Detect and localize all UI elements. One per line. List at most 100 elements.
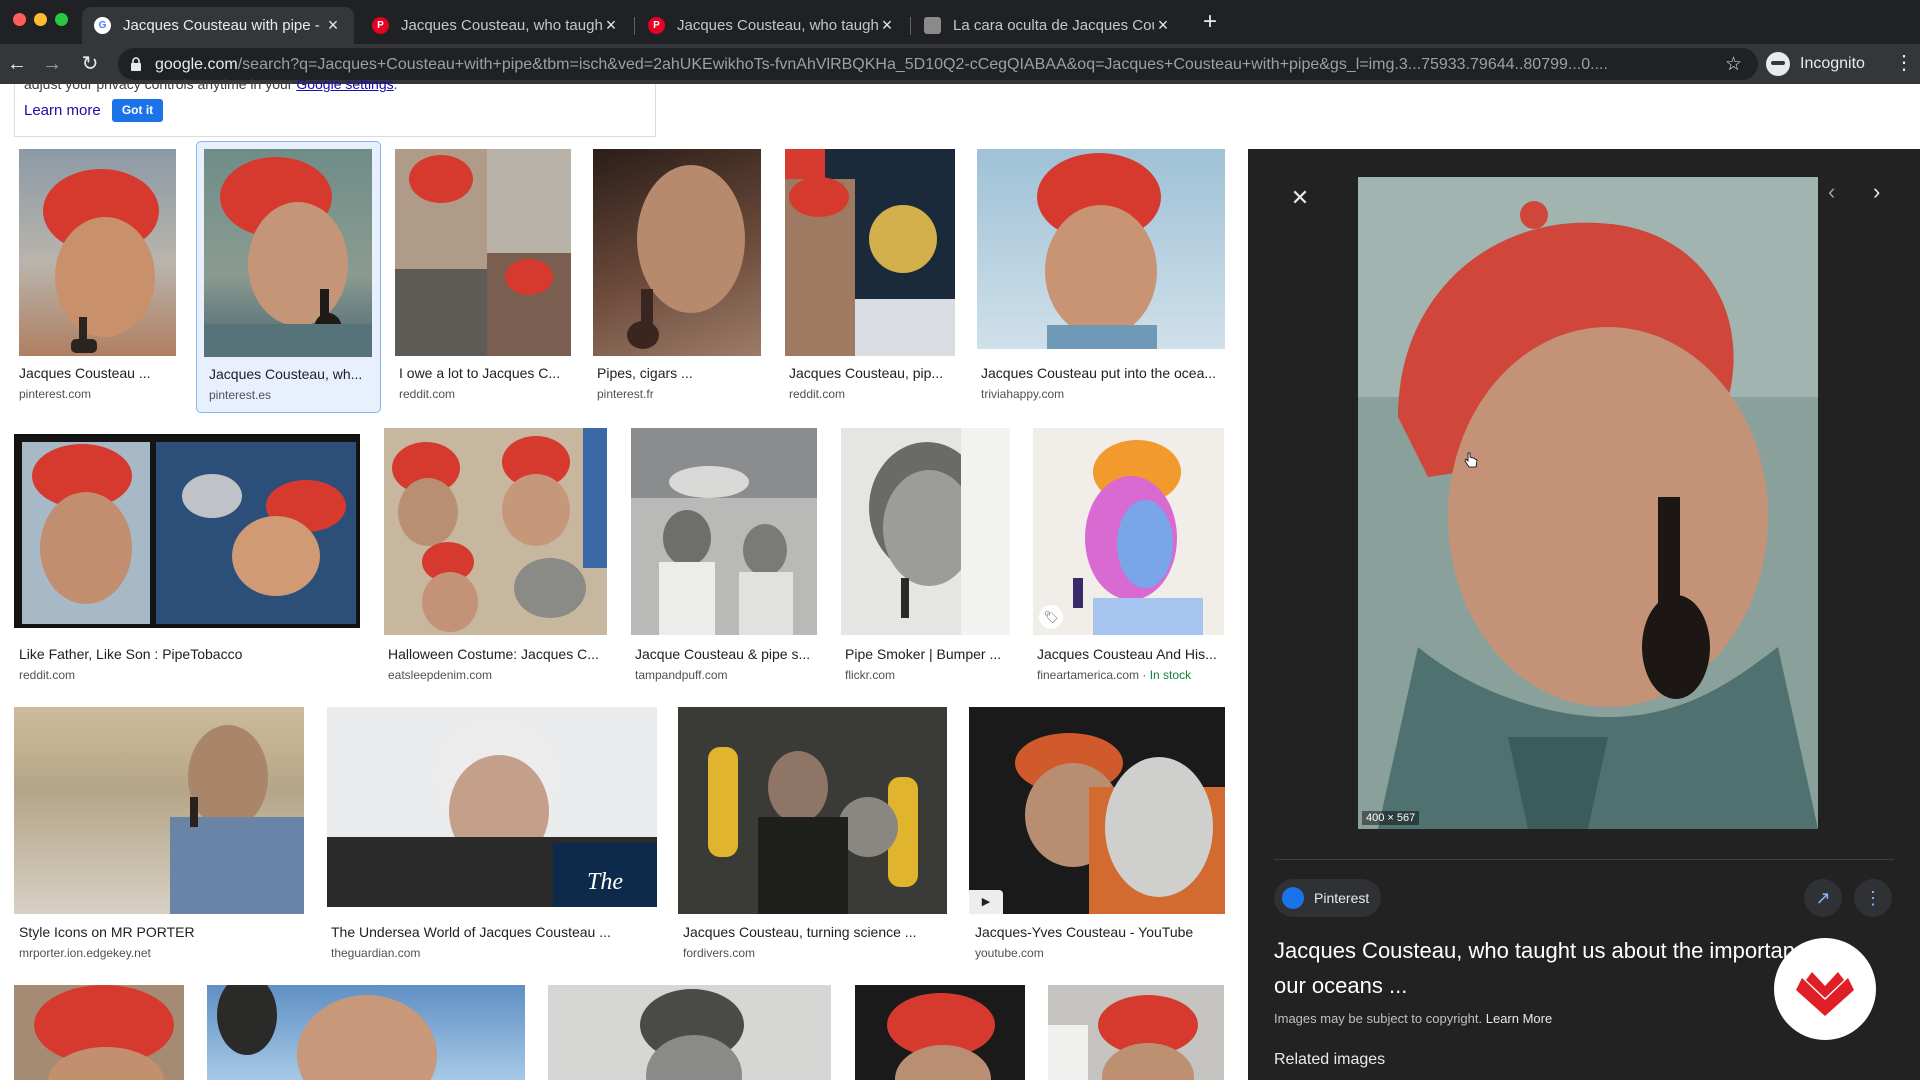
result-thumbnail[interactable]: [785, 149, 955, 356]
result-source-domain: fineartamerica.com: [1037, 668, 1140, 682]
next-arrow-icon[interactable]: ›: [1873, 179, 1880, 205]
source-name: Pinterest: [1314, 890, 1370, 906]
got-it-button[interactable]: Got it: [112, 99, 163, 122]
url-text[interactable]: google.com/search?q=Jacques+Cousteau+wit…: [155, 56, 1715, 74]
result-tile[interactable]: Style Icons on MR PORTER mrporter.ion.ed…: [10, 706, 310, 970]
video-play-icon: ▶: [969, 890, 1003, 914]
result-tile[interactable]: Pipes, cigars ... pinterest.fr: [588, 146, 768, 411]
result-caption: I owe a lot to Jacques C...: [399, 365, 561, 381]
result-thumbnail[interactable]: [631, 428, 817, 635]
minimize-window-button[interactable]: [34, 13, 47, 26]
maximize-window-button[interactable]: [55, 13, 68, 26]
result-tile[interactable]: Pipe Smoker | Bumper ... flickr.com: [835, 428, 1015, 692]
result-source: theguardian.com: [331, 946, 421, 960]
tab-title: Jacques Cousteau with pipe - Google Sear…: [123, 17, 324, 34]
result-thumbnail[interactable]: [384, 428, 607, 635]
result-source: eatsleepdenim.com: [388, 668, 493, 682]
result-source: youtube.com: [975, 946, 1044, 960]
result-thumbnail[interactable]: [855, 985, 1025, 1080]
result-caption: The Undersea World of Jacques Cousteau .…: [331, 924, 611, 940]
incognito-label: Incognito: [1800, 55, 1865, 72]
result-thumbnail[interactable]: 🏷: [1033, 428, 1224, 635]
result-tile[interactable]: 🏷 Jacques Cousteau And His... fineartame…: [1028, 428, 1228, 692]
tab-pinterest-2[interactable]: P Jacques Cousteau, who taught us about …: [636, 7, 908, 44]
result-tile[interactable]: Like Father, Like Son : PipeTobacco redd…: [10, 428, 378, 692]
result-tile[interactable]: Jacques Cousteau, pip... reddit.com: [780, 146, 960, 411]
tab-google-search[interactable]: G Jacques Cousteau with pipe - Google Se…: [82, 7, 354, 44]
share-icon[interactable]: ↗: [1804, 879, 1842, 917]
result-thumbnail[interactable]: [207, 985, 525, 1080]
notice-text: adjust your privacy controls anytime in …: [24, 76, 297, 92]
close-window-button[interactable]: [13, 13, 26, 26]
result-caption: Jacques Cousteau, wh...: [209, 366, 363, 382]
result-tile-selected[interactable]: Jacques Cousteau, wh... pinterest.es: [196, 141, 381, 413]
tab-la-cara-oculta[interactable]: La cara oculta de Jacques Cousteau ×: [912, 7, 1184, 44]
close-tab-icon[interactable]: ×: [1154, 15, 1172, 36]
result-thumbnail[interactable]: [14, 707, 304, 914]
privacy-notice-text: adjust your privacy controls anytime in …: [24, 76, 398, 92]
preview-image[interactable]: 400 × 567: [1358, 177, 1818, 829]
previous-arrow-icon[interactable]: ‹: [1828, 179, 1835, 205]
result-thumbnail[interactable]: [14, 434, 360, 628]
result-thumbnail[interactable]: [19, 149, 176, 356]
result-thumbnail[interactable]: [977, 149, 1225, 349]
result-caption: Jacques Cousteau put into the ocea...: [981, 365, 1217, 381]
forward-arrow-icon[interactable]: →: [38, 50, 66, 78]
result-thumbnail[interactable]: [841, 428, 1010, 635]
result-tile[interactable]: Jacques Cousteau put into the ocea... tr…: [974, 146, 1228, 411]
result-thumbnail[interactable]: [678, 707, 947, 914]
pinterest-icon: P: [648, 17, 665, 34]
related-images-heading: Related images: [1274, 1051, 1386, 1068]
result-thumbnail[interactable]: [14, 985, 184, 1080]
pinterest-icon: P: [372, 17, 389, 34]
google-settings-link[interactable]: Google settings: [296, 76, 393, 92]
bookmark-star-icon[interactable]: ☆: [1725, 53, 1742, 76]
reload-icon[interactable]: ↻: [76, 50, 104, 78]
hand-cursor-icon: [1464, 452, 1478, 468]
result-caption: Style Icons on MR PORTER: [19, 924, 195, 940]
source-chip[interactable]: Pinterest: [1274, 879, 1382, 917]
result-tile[interactable]: Jacque Cousteau & pipe s... tampandpuff.…: [626, 428, 822, 692]
result-thumbnail[interactable]: ▶: [969, 707, 1225, 914]
result-source: triviahappy.com: [981, 387, 1065, 401]
tab-title: Jacques Cousteau, who taught us about th…: [677, 17, 878, 34]
close-tab-icon[interactable]: ×: [602, 15, 620, 36]
back-arrow-icon[interactable]: ←: [3, 50, 31, 78]
result-tile[interactable]: Jacques Cousteau ... pinterest.com: [10, 146, 184, 411]
result-thumbnail[interactable]: [1048, 985, 1224, 1080]
result-source: fineartamerica.com · In stock: [1037, 668, 1192, 682]
result-tile[interactable]: Halloween Costume: Jacques C... eatsleep…: [381, 428, 617, 692]
image-preview-panel: ✕ ‹ › 400 × 567 Pinterest ↗ ⋮ Jacques Co…: [1248, 149, 1920, 1080]
result-tile[interactable]: Jacques Cousteau, turning science ... fo…: [675, 706, 955, 970]
result-tile[interactable]: ▶ Jacques-Yves Cousteau - YouTube youtub…: [966, 706, 1228, 970]
globe-icon: [1282, 887, 1304, 909]
result-tile[interactable]: I owe a lot to Jacques C... reddit.com: [390, 146, 576, 411]
result-thumbnail[interactable]: [593, 149, 761, 356]
result-caption: Pipes, cigars ...: [597, 365, 693, 381]
price-tag-icon: 🏷: [1039, 605, 1063, 629]
result-tile[interactable]: The The Undersea World of Jacques Couste…: [324, 706, 668, 970]
tab-bar: G Jacques Cousteau with pipe - Google Se…: [0, 0, 1920, 44]
result-source: tampandpuff.com: [635, 668, 728, 682]
panel-divider: [1274, 859, 1894, 860]
result-caption: Jacques Cousteau, turning science ...: [683, 924, 917, 940]
copyright-learn-more-link[interactable]: Learn More: [1486, 1011, 1552, 1026]
result-caption: Jacque Cousteau & pipe s...: [635, 646, 811, 662]
close-icon[interactable]: ✕: [1288, 185, 1312, 211]
learn-more-link[interactable]: Learn more: [24, 102, 101, 119]
copyright-notice: Images may be subject to copyright. Lear…: [1274, 1011, 1552, 1026]
result-thumbnail[interactable]: [395, 149, 571, 356]
close-tab-icon[interactable]: ×: [324, 15, 342, 36]
close-tab-icon[interactable]: ×: [878, 15, 896, 36]
more-options-icon[interactable]: ⋮: [1854, 879, 1892, 917]
result-source: reddit.com: [789, 387, 846, 401]
result-source: flickr.com: [845, 668, 896, 682]
result-thumbnail[interactable]: The: [327, 707, 657, 907]
new-tab-button[interactable]: +: [1196, 8, 1224, 36]
incognito-profile-button[interactable]: Incognito: [1766, 50, 1865, 78]
tab-pinterest-1[interactable]: P Jacques Cousteau, who taught us about …: [360, 7, 632, 44]
result-thumbnail[interactable]: [204, 149, 372, 357]
result-caption: Jacques Cousteau And His...: [1037, 646, 1217, 662]
result-thumbnail[interactable]: [548, 985, 831, 1080]
browser-menu-icon[interactable]: ⋮: [1894, 50, 1914, 75]
